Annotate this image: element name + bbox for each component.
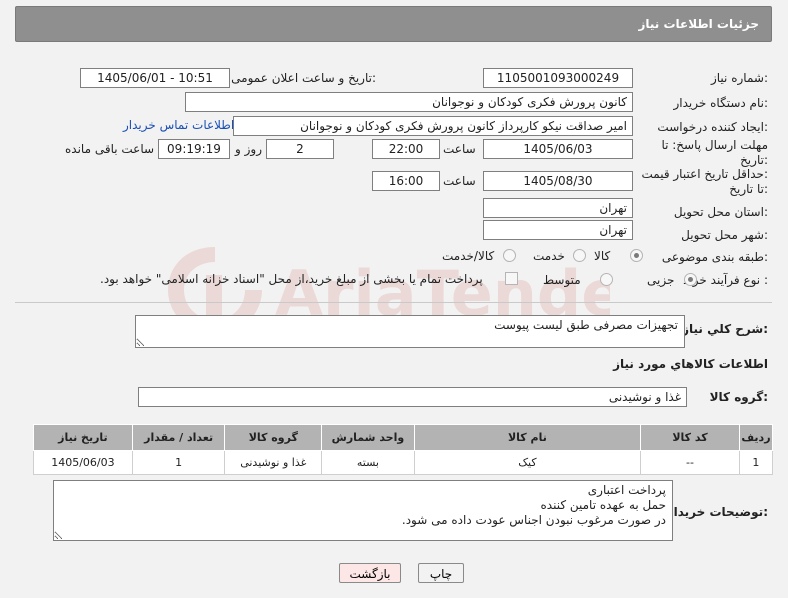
col-goods-code: کد کالا xyxy=(640,424,740,451)
buyer-notes-label: توضیحات خریدار: xyxy=(666,505,768,519)
process-option-medium: متوسط xyxy=(543,273,581,287)
province-field: تهران xyxy=(483,198,633,218)
min-validity-label-date: تا تاریخ: xyxy=(729,182,768,196)
treasury-payment-note: پرداخت تمام یا بخشی از مبلغ خرید،از محل … xyxy=(100,272,483,286)
divider xyxy=(15,302,772,303)
table-header-row: ردیف کد کالا نام کالا واحد شمارش گروه کا… xyxy=(33,424,774,451)
buyer-name-label: نام دستگاه خریدار: xyxy=(673,96,769,110)
col-unit: واحد شمارش xyxy=(321,424,415,451)
cell-goods-group: غذا و نوشیدنی xyxy=(224,450,323,475)
buyer-contact-link[interactable]: اطلاعات تماس خریدار xyxy=(123,118,234,132)
goods-group-field: غذا و نوشیدنی xyxy=(138,387,687,407)
need-number-label: شماره نیاز: xyxy=(710,71,768,85)
category-radio-service[interactable] xyxy=(573,249,586,262)
page-title: جزئیات اطلاعات نیاز xyxy=(638,17,759,31)
print-button[interactable]: چاپ xyxy=(418,563,464,583)
category-label: طبقه بندی موضوعی: xyxy=(661,250,768,264)
time-remaining-field: 09:19:19 xyxy=(158,139,230,159)
city-label: شهر محل تحویل: xyxy=(681,228,768,242)
city-field: تهران xyxy=(483,220,633,240)
goods-table: ردیف کد کالا نام کالا واحد شمارش گروه کا… xyxy=(33,424,774,475)
col-goods-name: نام کالا xyxy=(413,424,642,451)
process-radio-medium[interactable] xyxy=(600,273,613,286)
announce-date-label: تاریخ و ساعت اعلان عمومی: xyxy=(231,71,376,85)
creator-label: ایجاد کننده درخواست: xyxy=(657,120,768,134)
announce-date-field: 1405/06/01 - 10:51 xyxy=(80,68,230,88)
col-quantity: تعداد / مقدار xyxy=(131,424,226,451)
cell-need-date: 1405/06/03 xyxy=(33,450,133,475)
process-option-minor: جزیی xyxy=(647,273,675,287)
validity-date-field: 1405/08/30 xyxy=(483,171,633,191)
col-need-date: تاریخ نیاز xyxy=(33,424,133,451)
cell-row-number: 1 xyxy=(738,450,774,475)
goods-section-title: اطلاعات کالاهاي مورد نياز xyxy=(613,357,768,371)
cell-goods-name: کیک xyxy=(413,450,642,475)
creator-field: امیر صداقت نیکو کارپرداز کانون پرورش فکر… xyxy=(233,116,633,136)
validity-time-label: ساعت xyxy=(443,174,476,188)
deadline-time-field: 22:00 xyxy=(372,139,440,159)
days-remaining-field: 2 xyxy=(266,139,334,159)
days-label: روز و xyxy=(235,142,262,156)
province-label: استان محل تحویل: xyxy=(673,205,768,219)
treasury-payment-checkbox[interactable] xyxy=(505,272,518,285)
col-row-number: ردیف xyxy=(738,424,774,451)
deadline-time-label: ساعت xyxy=(443,142,476,156)
category-option-service: خدمت xyxy=(533,249,565,263)
back-button[interactable]: بازگشت xyxy=(339,563,401,583)
deadline-label: مهلت ارسال پاسخ: تا xyxy=(661,138,768,152)
need-number-field: 1105001093000249 xyxy=(483,68,633,88)
process-radio-minor[interactable] xyxy=(684,273,697,286)
cell-goods-code: -- xyxy=(640,450,740,475)
category-option-goods-service: کالا/خدمت xyxy=(442,249,495,263)
table-row: 1 -- کیک بسته غذا و نوشیدنی 1 1405/06/03 xyxy=(33,450,774,475)
category-option-goods: کالا xyxy=(594,249,611,263)
deadline-label-date: تاریخ: xyxy=(740,153,768,167)
buyer-notes-textarea[interactable]: پرداخت اعتباری حمل به عهده تامین کننده د… xyxy=(53,480,673,541)
buyer-name-field: کانون پرورش فکری کودکان و نوجوانان xyxy=(185,92,633,112)
goods-group-label: گروه کالا: xyxy=(709,390,768,404)
col-goods-group: گروه کالا xyxy=(224,424,323,451)
summary-textarea[interactable]: تجهیزات مصرفی طبق لیست پیوست xyxy=(135,315,685,348)
category-radio-goods-service[interactable] xyxy=(503,249,516,262)
time-remaining-label: ساعت باقی مانده xyxy=(65,142,155,156)
validity-time-field: 16:00 xyxy=(372,171,440,191)
panel-header: جزئیات اطلاعات نیاز xyxy=(15,6,772,42)
deadline-date-field: 1405/06/03 xyxy=(483,139,633,159)
cell-unit: بسته xyxy=(321,450,415,475)
category-radio-goods[interactable] xyxy=(630,249,643,262)
cell-quantity: 1 xyxy=(131,450,226,475)
min-validity-label: حداقل تاریخ اعتبار قیمت: xyxy=(641,167,768,181)
summary-label: شرح کلي نياز: xyxy=(682,322,768,336)
